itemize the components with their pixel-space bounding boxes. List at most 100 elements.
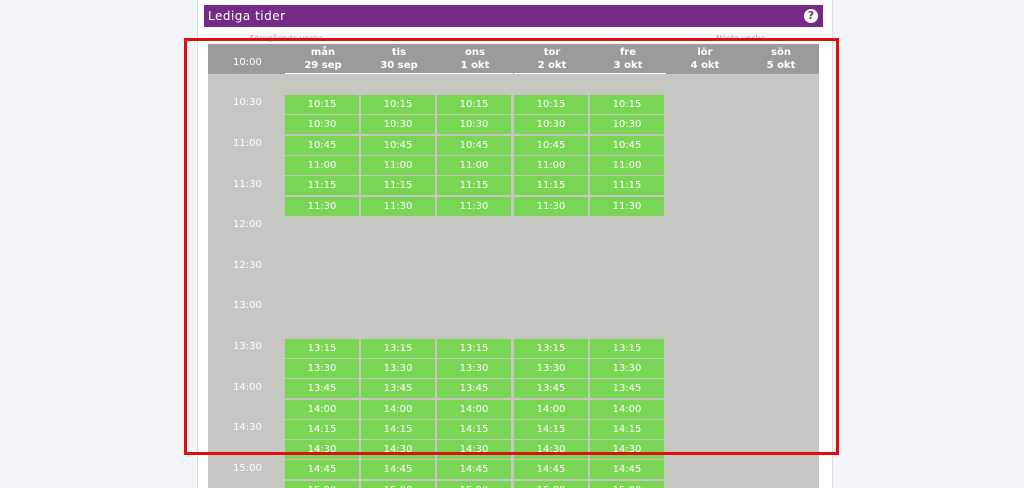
time-slot-button[interactable]: 14:00 [285, 399, 359, 419]
time-slot-button[interactable]: 13:45 [361, 379, 435, 399]
time-slot-button[interactable]: 14:45 [514, 460, 588, 480]
time-slot-button[interactable]: 10:30 [590, 115, 664, 135]
next-week-link[interactable]: Nästa vecka [716, 34, 765, 42]
week-navigation: Föregående vecka Nästa vecka [208, 30, 819, 42]
time-slot-button[interactable]: 10:15 [514, 95, 588, 114]
time-slot-button[interactable]: 13:30 [285, 358, 359, 378]
time-label: 15:00 [233, 462, 262, 474]
day-date: 2 okt [537, 60, 567, 71]
time-slot-button[interactable]: 11:15 [361, 176, 435, 196]
day-date: 3 okt [613, 60, 643, 71]
time-slot-button[interactable]: 11:30 [514, 196, 588, 216]
time-slot-button[interactable]: 10:15 [285, 95, 359, 114]
time-slot-button[interactable]: 14:00 [361, 399, 435, 419]
time-slot-button[interactable]: 14:15 [361, 419, 435, 439]
time-slot-button[interactable]: 11:00 [285, 155, 359, 175]
time-slot-button[interactable]: 14:45 [590, 460, 664, 480]
time-slot-button[interactable]: 10:30 [514, 115, 588, 135]
time-slot-button[interactable]: 13:45 [285, 379, 359, 399]
day-header-6: sön 5 okt [743, 46, 819, 72]
time-slot-button[interactable]: 14:15 [590, 419, 664, 439]
time-slot-button[interactable]: 13:15 [361, 338, 435, 358]
time-slot-button[interactable]: 11:30 [361, 196, 435, 216]
time-slot-button[interactable]: 10:15 [437, 95, 511, 114]
day-header-4: fre 3 okt [590, 46, 666, 74]
time-slot-button[interactable]: 11:15 [285, 176, 359, 196]
time-slot-button[interactable]: 13:45 [590, 379, 664, 399]
day-header-3: tor 2 okt [514, 46, 590, 74]
time-slot-button[interactable]: 10:30 [285, 115, 359, 135]
time-slot-button[interactable]: 14:00 [590, 399, 664, 419]
day-name: ons [465, 47, 485, 58]
time-slot-button[interactable]: 14:00 [514, 399, 588, 419]
time-slot-button[interactable]: 10:45 [590, 135, 664, 155]
time-label: 13:30 [233, 340, 262, 352]
time-slot-button[interactable]: 14:45 [285, 460, 359, 480]
time-label: 11:30 [233, 178, 262, 190]
time-slot-button[interactable]: 10:30 [361, 115, 435, 135]
day-name: sön [771, 47, 791, 58]
time-slot-button[interactable]: 14:45 [437, 460, 511, 480]
time-slot-button[interactable]: 14:30 [514, 440, 588, 460]
day-name: tor [543, 47, 561, 58]
time-slot-button[interactable]: 10:15 [590, 95, 664, 114]
time-slot-button[interactable]: 13:45 [514, 379, 588, 399]
time-slot-button[interactable]: 15:00 [361, 480, 435, 488]
time-slot-button[interactable]: 11:30 [285, 196, 359, 216]
time-slot-button[interactable]: 13:15 [437, 338, 511, 358]
time-slot-button[interactable]: 14:30 [285, 440, 359, 460]
time-slot-button[interactable]: 13:30 [590, 358, 664, 378]
time-slot-button[interactable]: 14:15 [285, 419, 359, 439]
time-slot-button[interactable]: 15:00 [590, 480, 664, 488]
time-slot-button[interactable]: 13:45 [437, 379, 511, 399]
time-label: 14:00 [233, 381, 262, 393]
time-slot-button[interactable]: 14:00 [437, 399, 511, 419]
time-slot-button[interactable]: 11:00 [514, 155, 588, 175]
time-slot-button[interactable]: 13:15 [514, 338, 588, 358]
time-slot-button[interactable]: 10:45 [514, 135, 588, 155]
time-slot-button[interactable]: 11:00 [590, 155, 664, 175]
time-slot-button[interactable]: 14:15 [514, 419, 588, 439]
time-slot-button[interactable]: 13:30 [437, 358, 511, 378]
time-label: 10:00 [233, 56, 262, 68]
time-slot-button[interactable]: 14:30 [590, 440, 664, 460]
time-slot-button[interactable]: 11:30 [590, 196, 664, 216]
time-slot-button[interactable]: 15:00 [514, 480, 588, 488]
day-date: 29 sep [304, 60, 342, 71]
time-slot-button[interactable]: 10:15 [361, 95, 435, 114]
time-slot-button[interactable]: 15:00 [285, 480, 359, 488]
day-date: 1 okt [460, 60, 490, 71]
time-slot-button[interactable]: 10:30 [437, 115, 511, 135]
time-label: 12:30 [233, 259, 262, 271]
time-label: 12:00 [233, 219, 262, 231]
calendar-header: mån 29 sep tis 30 sep ons 1 okt tor 2 okt fre 3 o… [208, 44, 819, 74]
time-slot-button[interactable]: 14:45 [361, 460, 435, 480]
time-slot-button[interactable]: 11:15 [514, 176, 588, 196]
day-name: lör [697, 47, 713, 58]
day-header-0: mån 29 sep [285, 46, 361, 74]
help-icon[interactable]: ? [804, 9, 818, 23]
time-slot-button[interactable]: 13:30 [514, 358, 588, 378]
time-slot-button[interactable]: 13:30 [361, 358, 435, 378]
day-name: fre [619, 47, 637, 58]
time-slot-button[interactable]: 11:00 [361, 155, 435, 175]
time-slot-button[interactable]: 10:45 [361, 135, 435, 155]
time-slot-button[interactable]: 11:30 [437, 196, 511, 216]
day-date: 30 sep [380, 60, 418, 71]
day-header-1: tis 30 sep [361, 46, 437, 74]
time-slot-button[interactable]: 14:30 [361, 440, 435, 460]
time-slot-button[interactable]: 11:15 [590, 176, 664, 196]
time-label: 13:00 [233, 300, 262, 312]
time-slot-button[interactable]: 11:00 [437, 155, 511, 175]
time-slot-button[interactable]: 11:15 [437, 176, 511, 196]
time-slot-button[interactable]: 14:30 [437, 440, 511, 460]
time-slot-button[interactable]: 13:15 [285, 338, 359, 358]
week-calendar: mån 29 sep tis 30 sep ons 1 okt tor 2 okt fre 3 o… [208, 44, 819, 488]
time-slot-button[interactable]: 15:00 [437, 480, 511, 488]
time-slot-button[interactable]: 14:15 [437, 419, 511, 439]
time-label: 11:00 [233, 137, 262, 149]
time-slot-button[interactable]: 10:45 [285, 135, 359, 155]
previous-week-link[interactable]: Föregående vecka [250, 34, 323, 42]
time-slot-button[interactable]: 13:15 [590, 338, 664, 358]
time-slot-button[interactable]: 10:45 [437, 135, 511, 155]
